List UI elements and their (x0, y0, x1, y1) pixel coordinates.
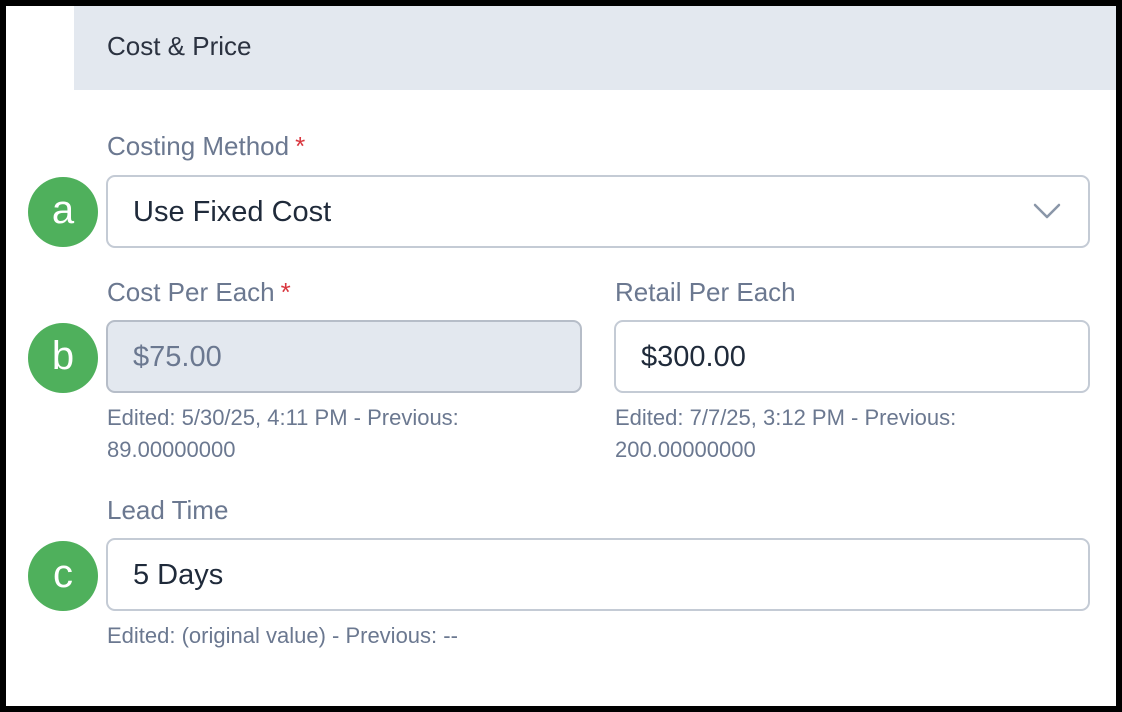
cost-per-each-edit-history-line2: 89.00000000 (107, 437, 236, 462)
cost-price-panel: Cost & Price Costing Method * a Use Fixed… (6, 6, 1116, 706)
costing-method-selected-value: Use Fixed Cost (133, 196, 332, 228)
cost-per-each-edit-history-line1: Edited: 5/30/25, 4:11 PM - Previous: (107, 405, 459, 430)
lead-time-edit-history: Edited: (original value) - Previous: -- (107, 623, 458, 648)
retail-per-each-edit-history-line2: 200.00000000 (615, 437, 756, 462)
lead-time-input[interactable]: 5 Days (106, 538, 1090, 611)
costing-method-label: Costing Method * (107, 130, 305, 162)
retail-per-each-input[interactable]: $300.00 (614, 320, 1090, 393)
cost-per-each-input[interactable]: $75.00 (106, 320, 582, 393)
section-title: Cost & Price (107, 31, 252, 61)
required-asterisk: * (295, 131, 306, 161)
costing-method-select[interactable]: Use Fixed Cost (106, 175, 1090, 248)
lead-time-value: 5 Days (133, 559, 224, 591)
annotation-badge-c: c (28, 541, 98, 611)
cost-per-each-label: Cost Per Each * (107, 276, 291, 308)
retail-per-each-label: Retail Per Each (615, 277, 796, 307)
annotation-badge-b: b (28, 323, 98, 393)
required-asterisk: * (280, 277, 291, 307)
section-header: Cost & Price (74, 6, 1116, 90)
retail-per-each-value: $300.00 (641, 341, 746, 373)
cost-per-each-label-text: Cost Per Each (107, 277, 275, 307)
costing-method-label-text: Costing Method (107, 131, 290, 161)
retail-per-each-edit-history-line1: Edited: 7/7/25, 3:12 PM - Previous: (615, 405, 957, 430)
lead-time-label: Lead Time (107, 495, 229, 525)
annotation-badge-a: a (28, 177, 98, 247)
cost-per-each-value: $75.00 (133, 341, 222, 373)
chevron-down-icon[interactable] (1032, 199, 1062, 223)
